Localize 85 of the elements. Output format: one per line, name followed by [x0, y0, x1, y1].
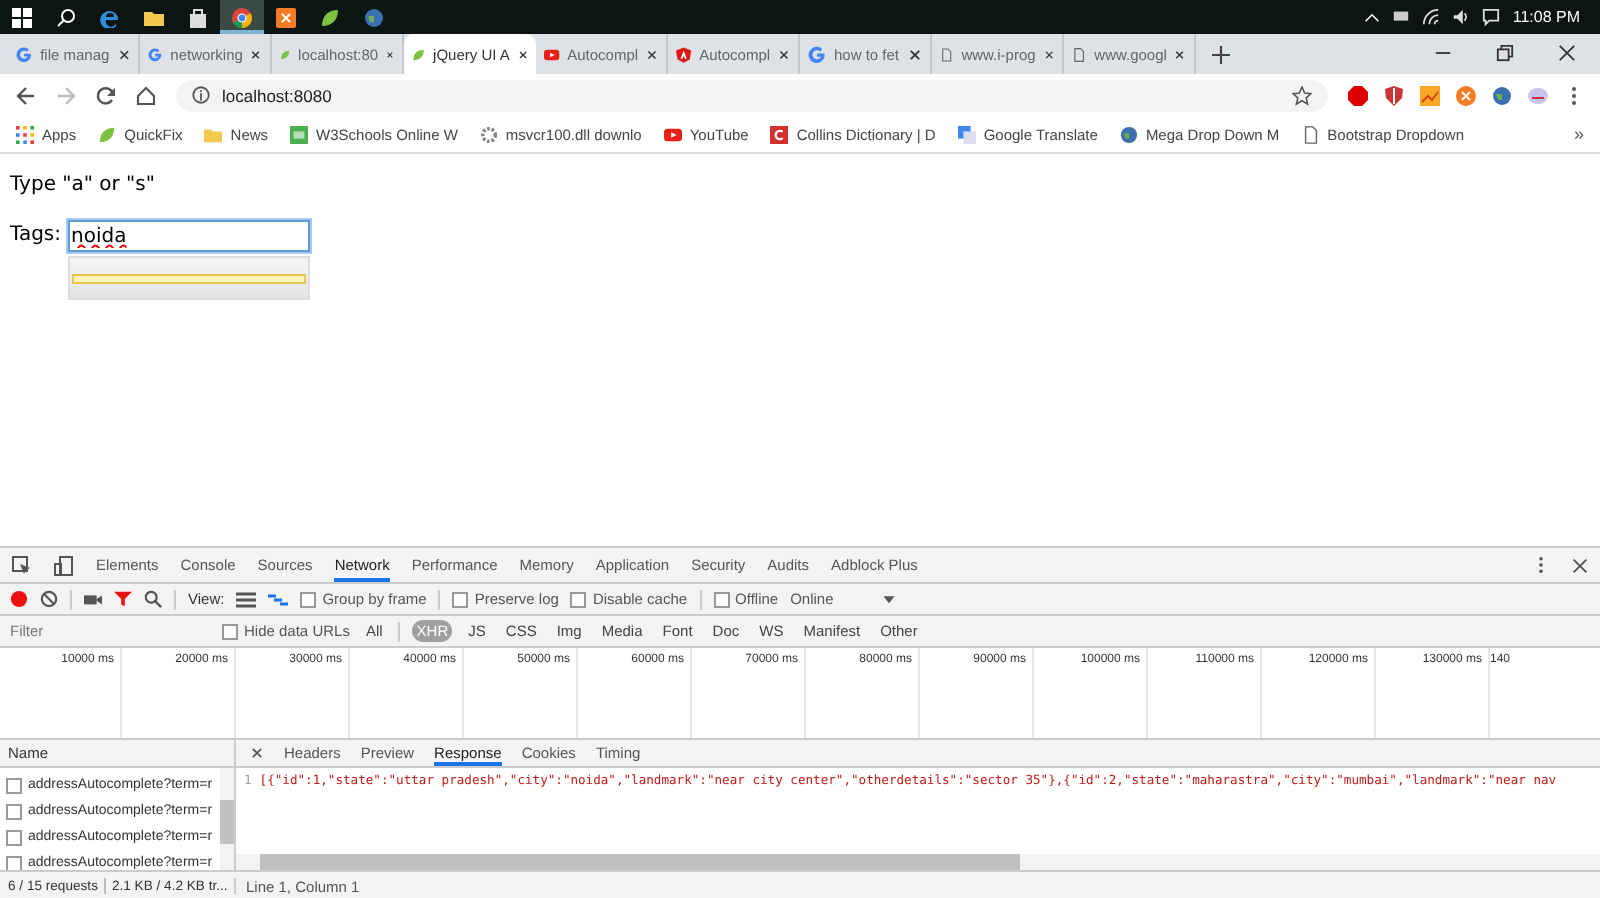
clear-icon[interactable]: [40, 590, 58, 608]
chart-icon[interactable]: [1420, 85, 1440, 105]
tags-field[interactable]: noida: [67, 220, 310, 252]
close-icon[interactable]: [646, 47, 658, 61]
device-icon[interactable]: [54, 555, 74, 575]
wifi-icon: [1422, 8, 1441, 26]
checkbox[interactable]: [713, 591, 730, 607]
waterfall-icon[interactable]: [268, 589, 289, 609]
record-icon[interactable]: [10, 590, 28, 608]
search-icon[interactable]: [144, 590, 162, 608]
search-icon: [56, 7, 76, 27]
checkbox[interactable]: [6, 803, 22, 819]
restore-icon[interactable]: [1496, 44, 1514, 62]
a-shield-icon: [676, 45, 692, 63]
globe-icon: [364, 7, 384, 27]
new-tab-icon[interactable]: [1212, 45, 1230, 63]
chrome-ball-icon: [232, 7, 252, 27]
gear-icon: [479, 125, 498, 143]
folder-icon: [204, 125, 223, 143]
x-circle-icon[interactable]: [1456, 85, 1476, 105]
stop-sign-icon[interactable]: [1348, 85, 1368, 105]
play-icon: [663, 125, 682, 143]
close-icon[interactable]: [1558, 44, 1576, 62]
page-icon: [1072, 45, 1087, 63]
g-letter-icon: [808, 45, 826, 63]
checkbox[interactable]: [6, 829, 22, 845]
list-view-icon[interactable]: [236, 589, 257, 609]
windows-logo-icon: [12, 7, 32, 27]
close-icon[interactable]: [908, 47, 922, 61]
instruction-text: Type "a" or "s": [10, 174, 157, 196]
close-icon[interactable]: [250, 746, 264, 760]
e-letter-icon: [100, 7, 120, 27]
close-icon[interactable]: [1572, 557, 1588, 573]
checkbox[interactable]: [6, 777, 22, 793]
folder-icon: [144, 7, 164, 27]
camera-icon[interactable]: [84, 590, 102, 608]
message-icon: [1482, 8, 1501, 26]
close-icon[interactable]: [250, 47, 262, 61]
close-icon[interactable]: [517, 47, 528, 61]
leaf-icon: [412, 45, 426, 63]
page-icon: [940, 45, 954, 63]
address-field[interactable]: localhost:8080: [176, 79, 1328, 111]
g-letter-icon: [16, 45, 33, 63]
play-icon: [544, 45, 560, 63]
globe-icon: [1119, 125, 1138, 143]
home-icon[interactable]: [136, 85, 156, 105]
translate-icon: [957, 125, 976, 143]
close-icon[interactable]: [386, 47, 394, 61]
reload-icon[interactable]: [96, 85, 116, 105]
leaf-icon: [320, 7, 340, 27]
inspect-icon[interactable]: [12, 555, 32, 575]
caret-icon: [881, 592, 896, 606]
vertical-scrollbar[interactable]: [220, 768, 234, 876]
tags-label: Tags:: [10, 222, 62, 250]
filter-icon[interactable]: [114, 590, 132, 608]
leaf-icon: [98, 125, 117, 143]
network-icon: [1392, 8, 1411, 26]
checkbox[interactable]: [570, 591, 587, 607]
g-letter-icon: [148, 45, 163, 63]
checkbox[interactable]: [222, 623, 238, 639]
cloud-badge-icon[interactable]: [1528, 85, 1548, 105]
close-icon[interactable]: [1174, 47, 1186, 61]
page-icon: [1301, 125, 1320, 143]
w3-logo-icon: [290, 125, 309, 143]
chevron-up-icon: [1364, 9, 1381, 25]
close-icon[interactable]: [1043, 47, 1054, 61]
clock: 11:08 PM: [1512, 8, 1580, 26]
info-icon[interactable]: [192, 86, 210, 104]
star-icon[interactable]: [1292, 85, 1312, 105]
speaker-icon: [1452, 8, 1471, 26]
back-arrow-icon[interactable]: [16, 85, 36, 105]
grid-icon: [16, 125, 34, 143]
close-icon[interactable]: [117, 47, 130, 61]
checkbox[interactable]: [6, 855, 22, 871]
checkbox[interactable]: [300, 591, 317, 607]
horizontal-scrollbar[interactable]: [236, 854, 1600, 870]
x-tile-icon: [276, 7, 296, 27]
more-bookmarks-button[interactable]: »: [1573, 124, 1584, 144]
close-icon[interactable]: [778, 47, 790, 61]
c-letter-icon: [770, 125, 789, 143]
shield-icon[interactable]: [1384, 85, 1404, 105]
globe-icon[interactable]: [1492, 85, 1512, 105]
checkbox[interactable]: [452, 591, 469, 607]
leaf-icon: [280, 45, 291, 63]
shopping-bag-icon: [188, 7, 208, 27]
